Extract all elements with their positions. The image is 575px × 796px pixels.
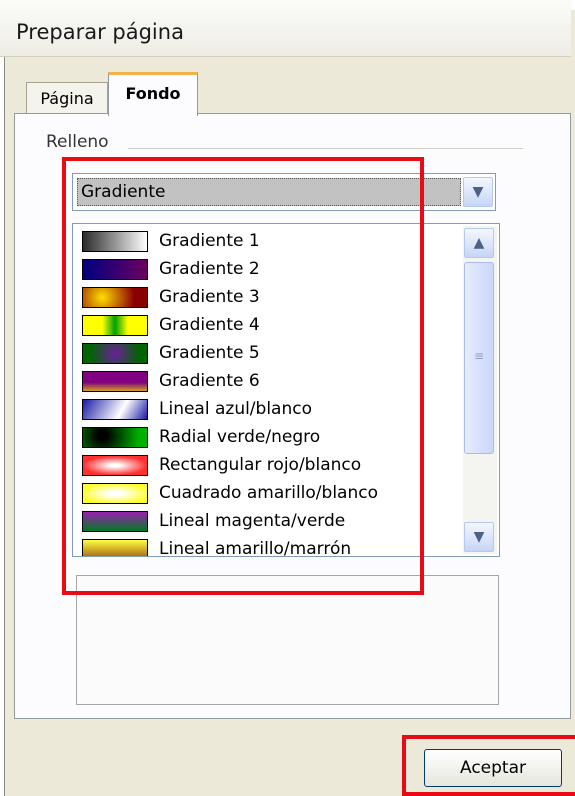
highlight-box-button xyxy=(402,735,575,796)
tab-fondo[interactable]: Fondo xyxy=(108,72,198,116)
chevron-up-icon[interactable]: ▲ xyxy=(464,228,494,258)
highlight-box-list xyxy=(62,157,424,595)
scrollbar-thumb[interactable]: ≡ xyxy=(464,262,494,454)
list-scrollbar[interactable]: ▲ ≡ ▼ xyxy=(463,226,497,554)
grip-icon: ≡ xyxy=(473,349,485,363)
chevron-down-icon[interactable]: ▼ xyxy=(463,177,493,207)
tab-pagina[interactable]: Página xyxy=(26,82,108,114)
dialog-title: Preparar página xyxy=(16,20,184,44)
chevron-down-icon[interactable]: ▼ xyxy=(464,522,494,552)
fill-group-label: Relleno xyxy=(46,132,115,152)
title-bar: Preparar página xyxy=(0,0,571,57)
group-divider xyxy=(128,148,523,149)
